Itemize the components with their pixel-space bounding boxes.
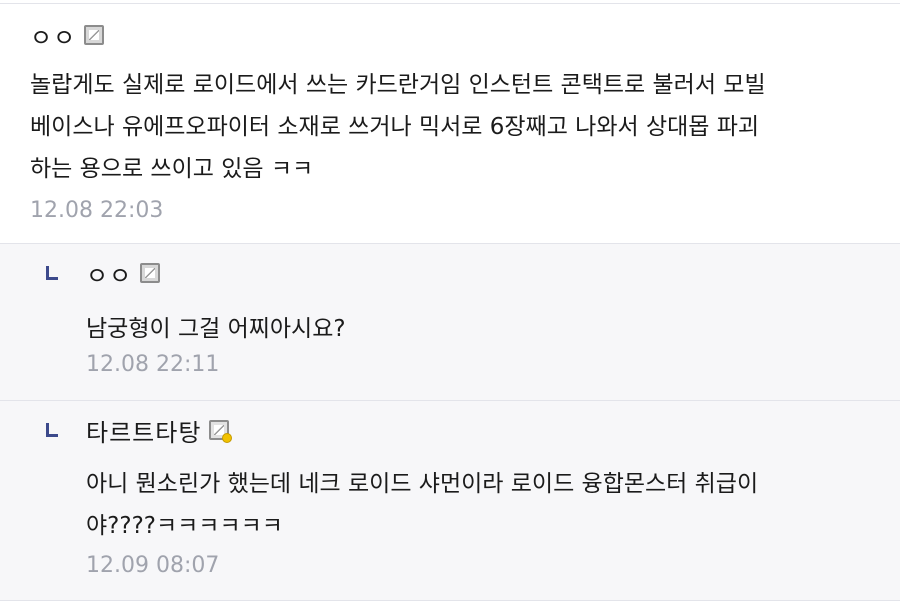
reply-item: ㅇㅇ 남궁형이 그걸 어찌아시요? 12.08 22:11 [0, 244, 900, 401]
reply-line: 야????ㅋㅋㅋㅋㅋㅋ [86, 513, 283, 539]
reply-timestamp: 12.09 08:07 [86, 553, 220, 578]
comment-author-row: ㅇㅇ [30, 18, 105, 53]
comment-item: ㅇㅇ 놀랍게도 실제로 로이드에서 쓰는 카드란거임 인스턴트 콘택트로 불러서… [0, 4, 900, 244]
comment-author[interactable]: ㅇㅇ [30, 18, 76, 53]
fixed-nick-badge-icon [209, 420, 233, 443]
comment-line: 놀랍게도 실제로 로이드에서 쓰는 카드란거임 인스턴트 콘택트로 불러서 모빌 [30, 72, 766, 98]
comment-body: 놀랍게도 실제로 로이드에서 쓰는 카드란거임 인스턴트 콘택트로 불러서 모빌… [30, 64, 766, 190]
gallery-member-badge-icon [140, 263, 161, 283]
reply-body: 아니 뭔소린가 했는데 네크 로이드 샤먼이라 로이드 융합몬스터 취급이 야?… [86, 463, 758, 547]
comment-timestamp: 12.08 22:03 [30, 198, 164, 223]
reply-item: 타르트타탕 아니 뭔소린가 했는데 네크 로이드 샤먼이라 로이드 융합몬스터 … [0, 401, 900, 601]
reply-author[interactable]: 타르트타탕 [86, 413, 201, 448]
reply-line: 아니 뭔소린가 했는데 네크 로이드 샤먼이라 로이드 융합몬스터 취급이 [86, 471, 759, 497]
reply-arrow-icon [46, 423, 58, 437]
reply-arrow-icon [46, 266, 58, 280]
gallery-member-badge-icon [84, 25, 105, 45]
reply-timestamp: 12.08 22:11 [86, 352, 220, 377]
comment-line: 베이스나 유에프오파이터 소재로 쓰거나 믹서로 6장째고 나와서 상대몹 파괴 [30, 114, 760, 140]
reply-author[interactable]: ㅇㅇ [86, 256, 132, 291]
reply-author-row: 타르트타탕 [86, 413, 233, 448]
reply-author-row: ㅇㅇ [86, 256, 161, 291]
reply-body: 남궁형이 그걸 어찌아시요? [86, 308, 346, 350]
comment-line: 하는 용으로 쓰이고 있음 ㅋㅋ [30, 156, 314, 182]
reply-line: 남궁형이 그걸 어찌아시요? [86, 316, 346, 342]
comment-list: ㅇㅇ 놀랍게도 실제로 로이드에서 쓰는 카드란거임 인스턴트 콘택트로 불러서… [0, 0, 900, 605]
